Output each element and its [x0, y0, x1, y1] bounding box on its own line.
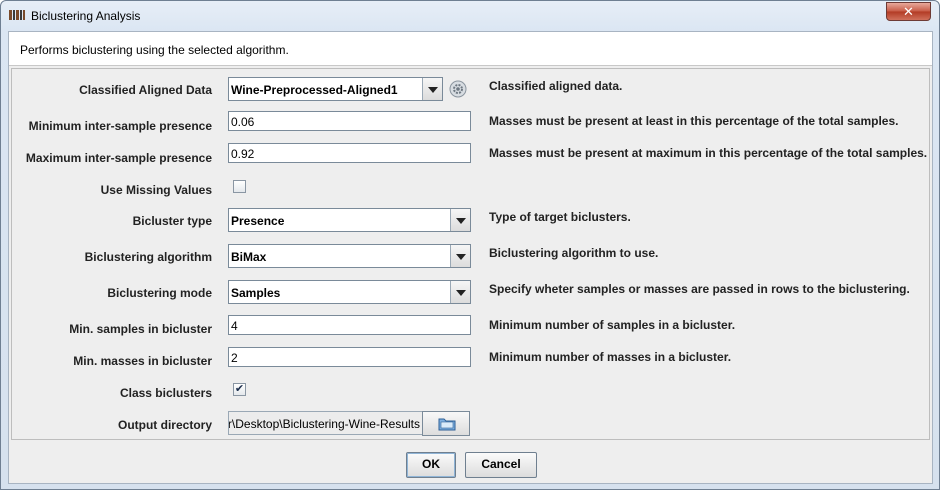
classified-data-value: Wine-Preprocessed-Aligned1	[231, 83, 398, 97]
app-icon	[9, 10, 25, 20]
chevron-down-icon[interactable]	[422, 78, 442, 100]
folder-icon	[438, 418, 456, 431]
ok-button[interactable]: OK	[406, 452, 456, 478]
close-icon: ✕	[903, 4, 914, 19]
chevron-down-icon[interactable]	[450, 281, 470, 303]
output-dir-field[interactable]: C:\Users\user\Desktop\Biclustering-Wine-…	[228, 411, 423, 435]
description-bar: Performs biclustering using the selected…	[9, 32, 932, 66]
bicluster-type-help: Type of target biclusters.	[489, 210, 631, 224]
max-presence-input[interactable]: 0.92	[228, 143, 471, 163]
bicluster-type-value: Presence	[231, 214, 285, 228]
max-presence-label: Maximum inter-sample presence	[25, 151, 212, 165]
classified-data-help: Classified aligned data.	[489, 79, 623, 93]
dialog-window: Biclustering Analysis ✕ Performs biclust…	[0, 0, 940, 490]
classified-data-label: Classified Aligned Data	[79, 83, 212, 97]
min-samples-input[interactable]: 4	[228, 315, 471, 335]
close-button[interactable]: ✕	[886, 2, 931, 21]
min-samples-label: Min. samples in bicluster	[69, 322, 212, 336]
missing-values-checkbox[interactable]	[233, 180, 246, 193]
algorithm-label: Biclustering algorithm	[84, 250, 212, 264]
dialog-content: Performs biclustering using the selected…	[8, 31, 933, 484]
algorithm-help: Biclustering algorithm to use.	[489, 246, 659, 260]
min-masses-help: Minimum number of masses in a bicluster.	[489, 350, 732, 364]
class-biclusters-checkbox[interactable]: ✔	[233, 383, 246, 396]
title-bar[interactable]: Biclustering Analysis ✕	[1, 1, 939, 31]
mode-label: Biclustering mode	[107, 286, 212, 300]
mode-value: Samples	[231, 286, 281, 300]
description-text: Performs biclustering using the selected…	[20, 43, 289, 57]
cancel-button[interactable]: Cancel	[465, 452, 537, 478]
window-title: Biclustering Analysis	[31, 9, 141, 23]
min-presence-label: Minimum inter-sample presence	[28, 119, 212, 133]
mode-combo[interactable]: Samples	[228, 280, 471, 304]
chevron-down-icon[interactable]	[450, 209, 470, 231]
browse-folder-button[interactable]	[422, 411, 470, 436]
class-biclusters-label: Class biclusters	[119, 386, 212, 400]
bicluster-type-combo[interactable]: Presence	[228, 208, 471, 232]
min-presence-help: Masses must be present at least in this …	[489, 114, 899, 128]
algorithm-value: BiMax	[231, 250, 267, 264]
gear-icon[interactable]	[448, 79, 468, 99]
bicluster-type-label: Bicluster type	[132, 214, 212, 228]
algorithm-combo[interactable]: BiMax	[228, 244, 471, 268]
chevron-down-icon[interactable]	[450, 245, 470, 267]
min-samples-help: Minimum number of samples in a bicluster…	[489, 318, 736, 332]
output-dir-label: Output directory	[117, 418, 212, 432]
mode-help: Specify wheter samples or masses are pas…	[489, 282, 910, 296]
min-masses-label: Min. masses in bicluster	[73, 354, 212, 368]
classified-data-combo[interactable]: Wine-Preprocessed-Aligned1	[228, 77, 443, 101]
missing-values-label: Use Missing Values	[100, 183, 212, 197]
form-panel: Classified Aligned Data Wine-Preprocesse…	[11, 68, 930, 440]
min-masses-input[interactable]: 2	[228, 347, 471, 367]
max-presence-help: Masses must be present at maximum in thi…	[489, 146, 928, 160]
min-presence-input[interactable]: 0.06	[228, 111, 471, 131]
